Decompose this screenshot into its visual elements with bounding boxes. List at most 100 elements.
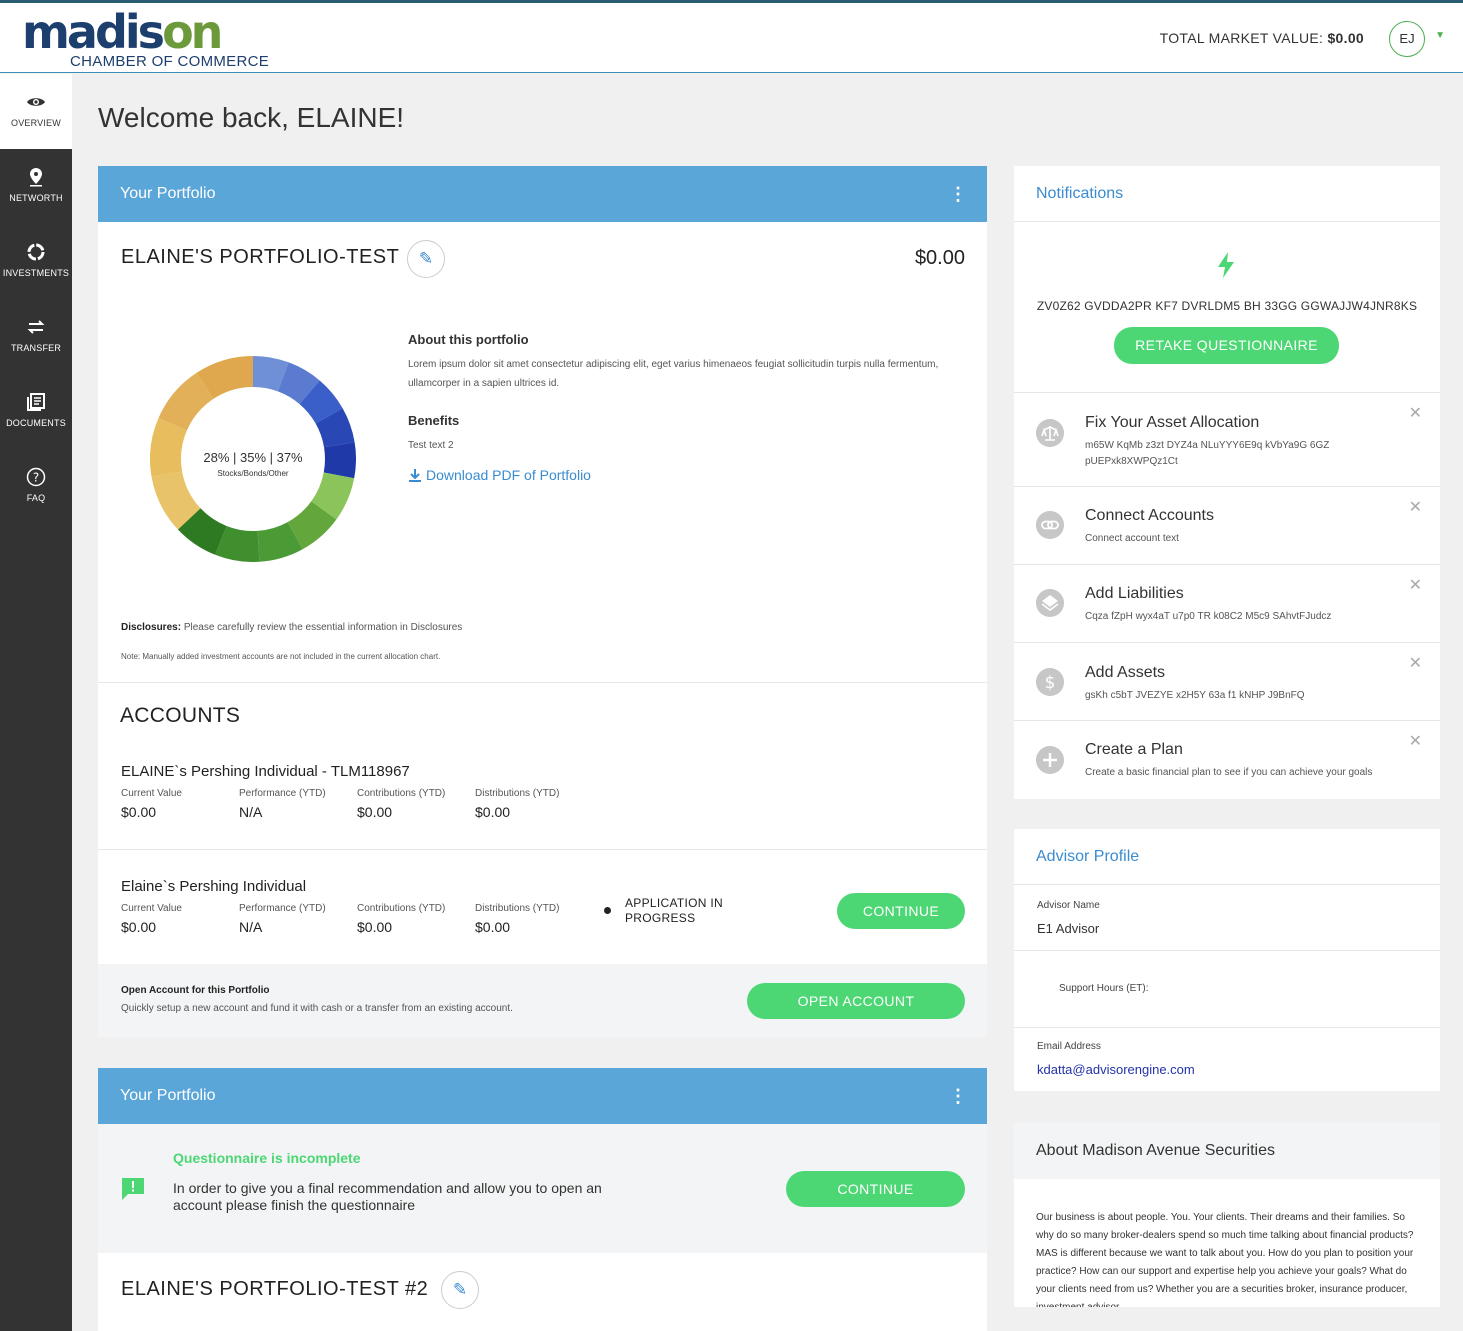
logo-part-1: madis xyxy=(22,5,165,59)
stat-label: Distributions (YTD) xyxy=(475,788,560,799)
account-stat: Distributions (YTD) $0.00 xyxy=(475,788,559,820)
sidebar-item-overview[interactable]: OVERVIEW xyxy=(0,74,72,149)
disclosures-text[interactable]: Please carefully review the essential in… xyxy=(184,622,462,633)
map-pin-icon xyxy=(30,168,42,187)
edit-portfolio-button[interactable]: ✎ xyxy=(441,1271,479,1309)
account-name[interactable]: ELAINE`s Pershing Individual - TLM118967 xyxy=(121,763,410,780)
sidebar-item-investments[interactable]: INVESTMENTS xyxy=(0,224,72,299)
portfolio-header: Your Portfolio ⋮ xyxy=(98,1068,987,1124)
eye-icon xyxy=(27,98,45,106)
notification-item[interactable]: $ Add Assets gsKh c5bT JVEZYE x2H5Y 63a … xyxy=(1014,642,1440,720)
download-icon xyxy=(409,469,421,482)
sidebar: OVERVIEW NETWORTH INVESTMENTS TRANSFER D… xyxy=(0,74,72,1331)
stat-value: $0.00 xyxy=(357,804,393,820)
documents-icon xyxy=(27,393,45,411)
about-portfolio: About this portfolio Lorem ipsum dolor s… xyxy=(408,332,953,485)
status-line: APPLICATION IN xyxy=(625,896,723,910)
close-icon[interactable]: ✕ xyxy=(1409,653,1422,673)
application-status: APPLICATION IN PROGRESS xyxy=(625,896,723,926)
alert-message-icon xyxy=(122,1178,144,1200)
account-stat: Performance (YTD) N/A xyxy=(239,903,326,935)
open-account-text: Quickly setup a new account and fund it … xyxy=(121,1003,513,1014)
more-vertical-icon[interactable]: ⋮ xyxy=(949,1068,967,1124)
close-icon[interactable]: ✕ xyxy=(1409,497,1422,517)
close-icon[interactable]: ✕ xyxy=(1409,731,1422,751)
continue-questionnaire-button[interactable]: CONTINUE xyxy=(786,1171,965,1207)
continue-application-button[interactable]: CONTINUE xyxy=(837,893,965,929)
close-icon[interactable]: ✕ xyxy=(1409,575,1422,595)
about-title: About this portfolio xyxy=(408,332,529,347)
notification-title: Create a Plan xyxy=(1085,741,1183,758)
plus-icon xyxy=(1036,746,1064,774)
user-avatar[interactable]: EJ xyxy=(1389,21,1425,57)
stat-label: Distributions (YTD) xyxy=(475,903,560,914)
sidebar-label: OVERVIEW xyxy=(11,118,61,128)
sidebar-item-networth[interactable]: NETWORTH xyxy=(0,149,72,224)
notification-item[interactable]: Add Liabilities Cqza fZpH wyx4aT u7p0 TR… xyxy=(1014,564,1440,642)
stat-label: Performance (YTD) xyxy=(239,788,326,799)
notification-title: Fix Your Asset Allocation xyxy=(1085,414,1260,431)
edit-portfolio-button[interactable]: ✎ xyxy=(407,240,445,278)
advisor-header: Advisor Profile xyxy=(1014,829,1440,885)
market-value-label: TOTAL MARKET VALUE: xyxy=(1159,30,1324,46)
open-account-button[interactable]: OPEN ACCOUNT xyxy=(747,983,965,1019)
logo-part-2: on xyxy=(162,5,223,59)
notification-item[interactable]: Connect Accounts Connect account text ✕ xyxy=(1014,486,1440,564)
open-account-title: Open Account for this Portfolio xyxy=(121,985,270,996)
divider xyxy=(1014,1027,1440,1028)
account-stat: Contributions (YTD) $0.00 xyxy=(357,788,445,820)
balance-icon xyxy=(1036,419,1064,447)
refresh-circle-icon xyxy=(27,243,45,261)
account-stat: Contributions (YTD) $0.00 xyxy=(357,903,445,935)
stat-value: N/A xyxy=(239,804,263,820)
download-pdf-link[interactable]: Download PDF of Portfolio xyxy=(408,467,953,485)
notification-item[interactable]: Create a Plan Create a basic financial p… xyxy=(1014,720,1440,799)
notification-desc: m65W KqMb z3zt DYZ4a NLuYYY6E9q kVbYa9G … xyxy=(1085,440,1330,467)
account-stat: Current Value $0.00 xyxy=(121,788,182,820)
stat-value: N/A xyxy=(239,919,263,935)
divider xyxy=(98,849,987,850)
email-label: Email Address xyxy=(1037,1041,1101,1052)
more-vertical-icon[interactable]: ⋮ xyxy=(949,166,967,222)
svg-text:$: $ xyxy=(1045,673,1056,693)
about-text: Lorem ipsum dolor sit amet consectetur a… xyxy=(408,359,939,389)
about-firm-card: About Madison Avenue Securities Our busi… xyxy=(1014,1123,1440,1307)
about-firm-title: About Madison Avenue Securities xyxy=(1014,1123,1440,1179)
account-name[interactable]: Elaine`s Pershing Individual xyxy=(121,878,306,895)
sidebar-item-faq[interactable]: ? FAQ xyxy=(0,449,72,524)
stat-value: $0.00 xyxy=(121,804,157,820)
svg-text:?: ? xyxy=(33,471,39,485)
status-dot xyxy=(604,907,611,914)
close-icon[interactable]: ✕ xyxy=(1409,403,1422,423)
download-label: Download PDF of Portfolio xyxy=(426,467,591,483)
stat-value: $0.00 xyxy=(357,919,393,935)
stat-value: $0.00 xyxy=(475,919,511,935)
notification-desc: gsKh c5bT JVEZYE x2H5Y 63a f1 kNHP J9BnF… xyxy=(1085,690,1305,701)
advisor-name-label: Advisor Name xyxy=(1037,900,1100,911)
sidebar-label: FAQ xyxy=(26,493,46,503)
portfolio-header-title: Your Portfolio xyxy=(120,185,216,202)
chevron-down-icon[interactable]: ▼ xyxy=(1435,30,1445,41)
notification-item[interactable]: Fix Your Asset Allocation m65W KqMb z3zt… xyxy=(1014,392,1440,486)
allocation-percentages: 28% | 35% | 37% xyxy=(203,450,303,465)
account-stat: Performance (YTD) N/A xyxy=(239,788,326,820)
notifications-title: Notifications xyxy=(1036,185,1124,202)
sidebar-label: INVESTMENTS xyxy=(2,268,70,278)
lightning-icon xyxy=(1218,252,1234,278)
advisor-title: Advisor Profile xyxy=(1036,848,1140,865)
sidebar-item-transfer[interactable]: TRANSFER xyxy=(0,299,72,374)
disclosures: Disclosures: Please carefully review the… xyxy=(121,622,462,633)
portfolio-name: ELAINE'S PORTFOLIO-TEST xyxy=(121,246,400,268)
allocation-donut: 28% | 35% | 37% Stocks/Bonds/Other xyxy=(150,356,356,562)
divider xyxy=(98,682,987,683)
stat-value: $0.00 xyxy=(121,919,157,935)
disclosures-label: Disclosures: xyxy=(121,622,182,633)
advisor-email-link[interactable]: kdatta@advisorengine.com xyxy=(1037,1062,1195,1077)
welcome-heading: Welcome back, ELAINE! xyxy=(98,102,405,133)
retake-questionnaire-button[interactable]: RETAKE QUESTIONNAIRE xyxy=(1114,327,1339,364)
sidebar-label: DOCUMENTS xyxy=(6,418,66,428)
allocation-note: Note: Manually added investment accounts… xyxy=(121,652,441,661)
sidebar-item-documents[interactable]: DOCUMENTS xyxy=(0,374,72,449)
questionnaire-text: In order to give you a final recommendat… xyxy=(173,1180,602,1213)
portfolio-value: $0.00 xyxy=(914,247,965,269)
